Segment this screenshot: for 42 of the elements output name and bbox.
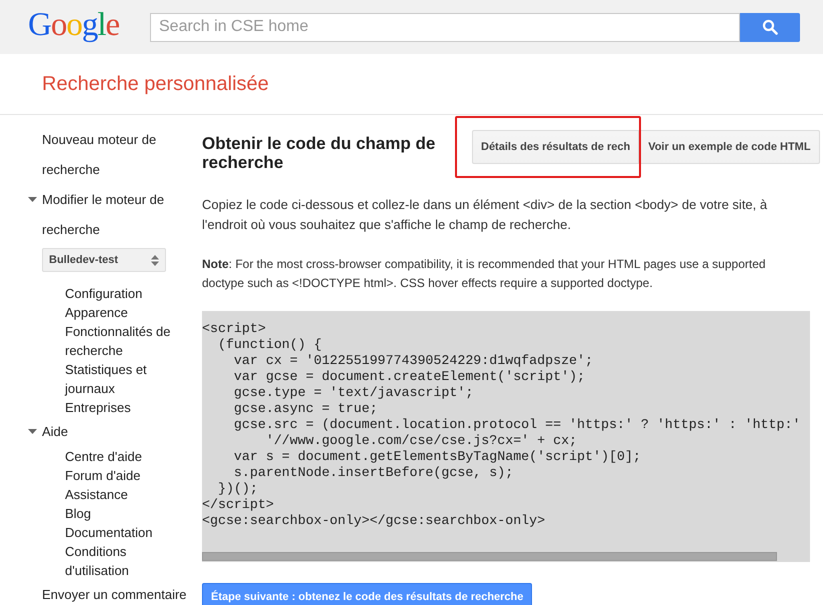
code-line: var cx = '012255199774390524229:d1wqfadpsze';: [232, 353, 593, 369]
page-title: Recherche personnalisée: [42, 72, 269, 96]
code-line: '//www.google.com/cse/cse.js?cx=' + cx;: [264, 433, 578, 449]
sidebar-item[interactable]: Nouveau moteur de recherche: [42, 125, 192, 185]
code-line: gcse.type = 'text/javascript';: [232, 385, 474, 401]
note-text: Note: For the most cross-browser compatibility, it is recommended that your HTML pages use a supported doctype such as <!DOCTYPE html>. CSS hover effects require a supported doctype.: [202, 256, 767, 292]
sidebar-subitem[interactable]: Configuration: [65, 284, 185, 303]
caret-down-icon[interactable]: [28, 429, 37, 435]
sidebar-subitem[interactable]: Blog: [65, 504, 185, 523]
sidebar-subitem[interactable]: Fonctionnalités de recherche: [65, 322, 185, 360]
logo[interactable]: Google: [28, 6, 150, 44]
caret-down-icon[interactable]: [28, 197, 37, 203]
code-line: gcse.async = true;: [232, 401, 378, 417]
sidebar-item[interactable]: Aide: [42, 417, 192, 447]
sidebar-subitem[interactable]: Assistance: [65, 485, 185, 504]
code-line: </script>: [202, 497, 274, 513]
up-down-arrows-icon: [151, 254, 159, 266]
sidebar-subitem[interactable]: Conditions d'utilisation: [65, 542, 185, 580]
sidebar-subitem[interactable]: Documentation: [65, 523, 185, 542]
toolbar-button[interactable]: Détails des résultats de rech: [472, 130, 640, 164]
sidebar-subitem[interactable]: Statistiques et journaux: [65, 360, 185, 398]
code-line: })();: [216, 481, 258, 497]
instructions-text: Copiez le code ci-dessous et collez-le dans un élément <div> de la section <body> de votre site, à l'endroit où vous souhaitez que s'affiche le champ de recherche.: [202, 196, 768, 234]
code-line: var s = document.getElementsByTagName('script')[0];: [232, 449, 641, 465]
search-button[interactable]: [740, 12, 800, 42]
sidebar-subitem[interactable]: Entreprises: [65, 398, 185, 417]
code-line: s.parentNode.insertBefore(gcse, s);: [232, 465, 514, 481]
code-line: gcse.src = (document.location.protocol == 'https:' ? 'https:' : 'http:': [232, 417, 800, 433]
engine-select[interactable]: Bulledev-test: [42, 248, 166, 272]
code-line: (function() {: [216, 337, 322, 353]
code-line: <gcse:searchbox-only></gcse:searchbox-only>: [202, 513, 546, 529]
sidebar-subitem[interactable]: Apparence: [65, 303, 185, 322]
sidebar-item[interactable]: Modifier le moteur de recherche: [42, 185, 192, 245]
section-heading: Obtenir le code du champ de recherche: [202, 133, 436, 172]
sidebar-subitem[interactable]: Forum d'aide: [65, 466, 185, 485]
search-icon: [762, 19, 778, 35]
sidebar-item[interactable]: Envoyer un commentaire: [42, 580, 192, 605]
sidebar-subitem[interactable]: Centre d'aide: [65, 447, 185, 466]
search-field[interactable]: Search in CSE home: [150, 12, 740, 42]
code-line: <script>: [202, 321, 266, 337]
code-line: var gcse = document.createElement('script');: [232, 369, 586, 385]
toolbar-button[interactable]: Voir un exemple de code HTML: [639, 130, 820, 164]
